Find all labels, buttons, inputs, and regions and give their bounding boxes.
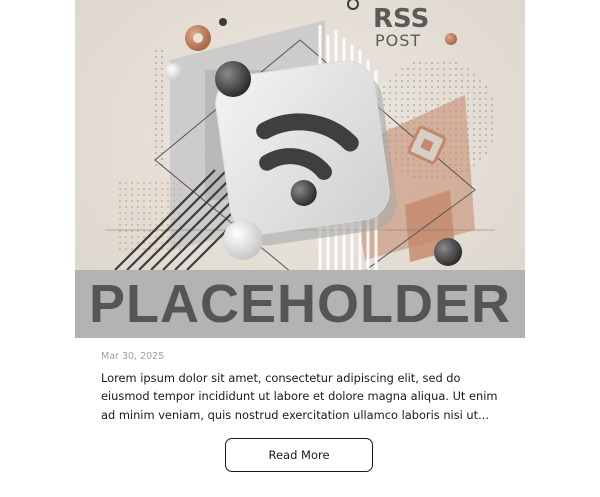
post-logo-text: POST [375,31,421,50]
rss-logo-text: RSS [373,4,429,34]
post-thumbnail[interactable]: RSS POST PLACEHOLDER [75,0,525,338]
post-excerpt: Lorem ipsum dolor sit amet, consectetur … [101,371,498,422]
read-more-button[interactable]: Read More [225,438,373,472]
placeholder-banner: PLACEHOLDER [75,270,525,338]
placeholder-label: PLACEHOLDER [88,274,511,334]
read-more-label: Read More [268,448,330,462]
post-card: RSS POST PLACEHOLDER Mar 30, 2025 Lorem … [0,0,600,497]
post-date: Mar 30, 2025 [101,351,165,362]
